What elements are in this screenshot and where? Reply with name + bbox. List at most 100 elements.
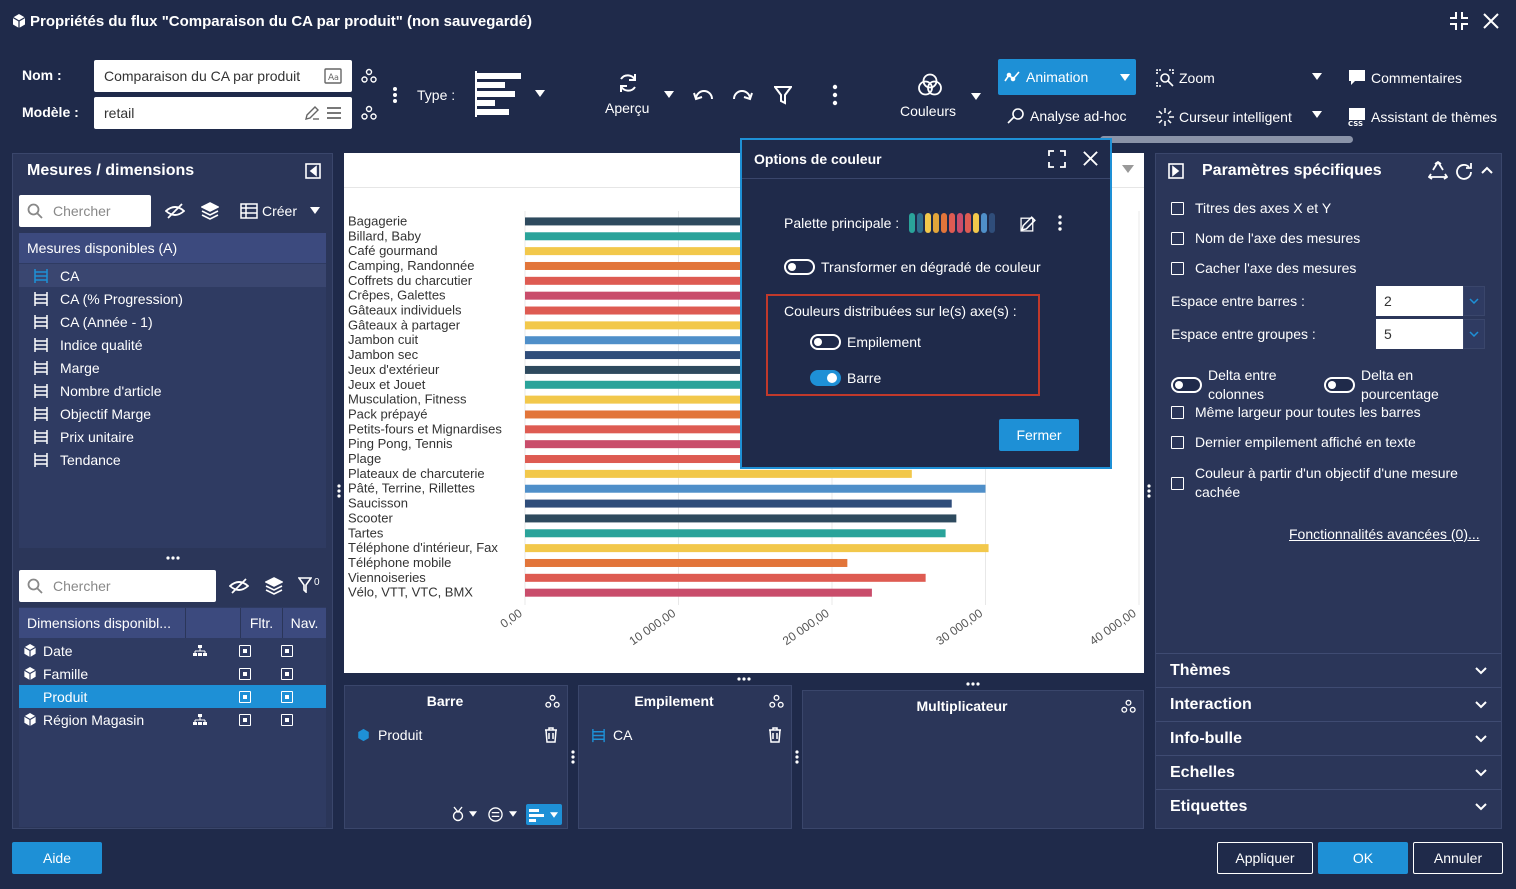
reset-icon[interactable] bbox=[1455, 162, 1473, 180]
couleur-objectif-row[interactable]: Couleur à partir d'un objectif d'une mes… bbox=[1171, 464, 1491, 502]
splitter-handle-icon[interactable] bbox=[336, 483, 342, 499]
collapse-icon[interactable] bbox=[1449, 11, 1469, 31]
nom-input[interactable]: Comparaison du CA par produit Aa bbox=[94, 60, 352, 92]
chevron-down-icon[interactable] bbox=[310, 207, 320, 214]
espace-barres-input[interactable]: 2 bbox=[1376, 286, 1485, 316]
splitter-handle-icon[interactable] bbox=[736, 676, 752, 682]
nodes-icon[interactable] bbox=[769, 694, 784, 709]
fltr-column-header[interactable]: Fltr. bbox=[240, 608, 282, 638]
bar[interactable] bbox=[525, 573, 926, 582]
interaction-section[interactable]: Interaction bbox=[1156, 687, 1501, 721]
bar-orientation-button[interactable] bbox=[526, 804, 562, 825]
barre-zone-item[interactable]: Produit bbox=[357, 727, 422, 743]
dernier-empilement-checkbox[interactable] bbox=[1171, 435, 1184, 449]
apercu-button[interactable]: Aperçu bbox=[605, 100, 649, 116]
measure-item[interactable]: Objectif Marge bbox=[19, 402, 326, 425]
creer-button[interactable]: Créer bbox=[240, 203, 297, 219]
nodes-icon[interactable] bbox=[1121, 699, 1136, 714]
chevron-down-icon[interactable] bbox=[469, 811, 477, 817]
bar[interactable] bbox=[525, 558, 848, 567]
fltr-checkbox[interactable] bbox=[211, 667, 279, 680]
more-vertical-icon[interactable] bbox=[1058, 215, 1062, 231]
zoom-button[interactable]: Zoom bbox=[1156, 69, 1215, 87]
nav-checkbox[interactable] bbox=[279, 667, 295, 680]
empilement-toggle-row[interactable]: Empilement bbox=[810, 334, 921, 350]
nom-axe-row[interactable]: Nom de l'axe des mesures bbox=[1171, 230, 1360, 246]
chevron-down-icon[interactable] bbox=[1312, 111, 1322, 118]
edit-icon[interactable] bbox=[1020, 215, 1037, 232]
fltr-checkbox[interactable] bbox=[211, 690, 279, 703]
dernier-empilement-row[interactable]: Dernier empilement affiché en texte bbox=[1171, 434, 1416, 450]
bar[interactable] bbox=[525, 544, 989, 553]
splitter-handle-icon[interactable] bbox=[165, 555, 181, 561]
appliquer-button[interactable]: Appliquer bbox=[1217, 842, 1313, 874]
dimension-row[interactable]: Région Magasin bbox=[19, 708, 326, 731]
gradient-toggle[interactable] bbox=[784, 259, 815, 275]
couleur-objectif-checkbox[interactable] bbox=[1171, 476, 1184, 490]
measure-item[interactable]: Prix unitaire bbox=[19, 425, 326, 448]
dimensions-search-input[interactable]: Chercher bbox=[19, 570, 216, 602]
measure-item[interactable]: CA (% Progression) bbox=[19, 287, 326, 310]
delta-pourcentage-toggle[interactable] bbox=[1324, 377, 1355, 393]
cacher-axe-checkbox[interactable] bbox=[1171, 261, 1184, 275]
close-icon[interactable] bbox=[1482, 12, 1500, 30]
titres-axes-checkbox[interactable] bbox=[1171, 201, 1184, 215]
measure-item[interactable]: Marge bbox=[19, 356, 326, 379]
dimension-filter-button[interactable]: 0 bbox=[298, 577, 320, 593]
echelles-section[interactable]: Echelles bbox=[1156, 755, 1501, 789]
chevron-down-icon[interactable] bbox=[971, 93, 981, 100]
chevron-down-icon[interactable] bbox=[1120, 73, 1130, 81]
nav-column-header[interactable]: Nav. bbox=[282, 608, 326, 638]
delta-colonnes-toggle[interactable] bbox=[1171, 377, 1202, 393]
meme-largeur-row[interactable]: Même largeur pour toutes les barres bbox=[1171, 404, 1421, 420]
nav-checkbox[interactable] bbox=[279, 644, 295, 657]
edit-icon[interactable] bbox=[304, 105, 320, 121]
multiplicateur-zone[interactable]: Multiplicateur bbox=[802, 690, 1144, 829]
ok-button[interactable]: OK bbox=[1318, 842, 1408, 874]
more-vertical-icon[interactable] bbox=[832, 84, 838, 106]
medal-icon[interactable] bbox=[451, 806, 465, 822]
refresh-icon[interactable] bbox=[617, 72, 639, 94]
nodes-icon[interactable] bbox=[361, 105, 377, 121]
gradient-toggle-row[interactable]: Transformer en dégradé de couleur bbox=[784, 259, 1041, 275]
splitter-handle-icon[interactable] bbox=[794, 749, 800, 765]
measure-item[interactable]: CA (Année - 1) bbox=[19, 310, 326, 333]
bar[interactable] bbox=[525, 588, 872, 597]
collapse-panel-icon[interactable] bbox=[305, 163, 321, 179]
titres-axes-row[interactable]: Titres des axes X et Y bbox=[1171, 200, 1331, 216]
layers-icon[interactable] bbox=[265, 577, 283, 595]
dimension-row[interactable]: Famille bbox=[19, 662, 326, 685]
splitter-handle-icon[interactable] bbox=[965, 681, 981, 687]
nodes-icon[interactable] bbox=[361, 68, 377, 84]
sort-icon[interactable] bbox=[488, 807, 503, 822]
fltr-checkbox[interactable] bbox=[211, 713, 279, 726]
fltr-checkbox[interactable] bbox=[211, 644, 279, 657]
chevron-down-icon[interactable] bbox=[1463, 319, 1485, 349]
couleurs-button[interactable]: Couleurs bbox=[900, 103, 956, 119]
bar-chart-type-icon[interactable] bbox=[473, 70, 523, 120]
chevron-down-icon[interactable] bbox=[535, 90, 545, 97]
chevron-down-icon[interactable] bbox=[509, 811, 517, 817]
annuler-button[interactable]: Annuler bbox=[1413, 842, 1503, 874]
fonctionnalites-link[interactable]: Fonctionnalités avancées (0)... bbox=[1289, 526, 1480, 542]
layers-icon[interactable] bbox=[201, 202, 219, 220]
etiquettes-section[interactable]: Etiquettes bbox=[1156, 789, 1501, 823]
chevron-down-icon[interactable] bbox=[1312, 73, 1322, 80]
nav-checkbox[interactable] bbox=[279, 713, 295, 726]
trash-icon[interactable] bbox=[768, 727, 782, 743]
menu-icon[interactable] bbox=[326, 106, 342, 120]
undo-icon[interactable] bbox=[693, 87, 715, 103]
expand-panel-icon[interactable] bbox=[1168, 163, 1184, 179]
delta-colonnes-row[interactable]: Delta entre colonnes bbox=[1171, 366, 1296, 404]
measure-item[interactable]: Tendance bbox=[19, 448, 326, 471]
delta-pourcentage-row[interactable]: Delta en pourcentage bbox=[1324, 366, 1464, 404]
bar[interactable] bbox=[525, 499, 952, 508]
empilement-zone-item[interactable]: CA bbox=[591, 727, 632, 743]
splitter-handle-icon[interactable] bbox=[570, 749, 576, 765]
measure-item[interactable]: CA bbox=[19, 264, 326, 287]
barre-toggle[interactable] bbox=[810, 370, 841, 386]
bar[interactable] bbox=[525, 514, 957, 523]
measures-search-input[interactable]: Chercher bbox=[19, 195, 151, 227]
modele-input[interactable]: retail bbox=[94, 97, 352, 129]
nav-checkbox[interactable] bbox=[279, 690, 295, 703]
